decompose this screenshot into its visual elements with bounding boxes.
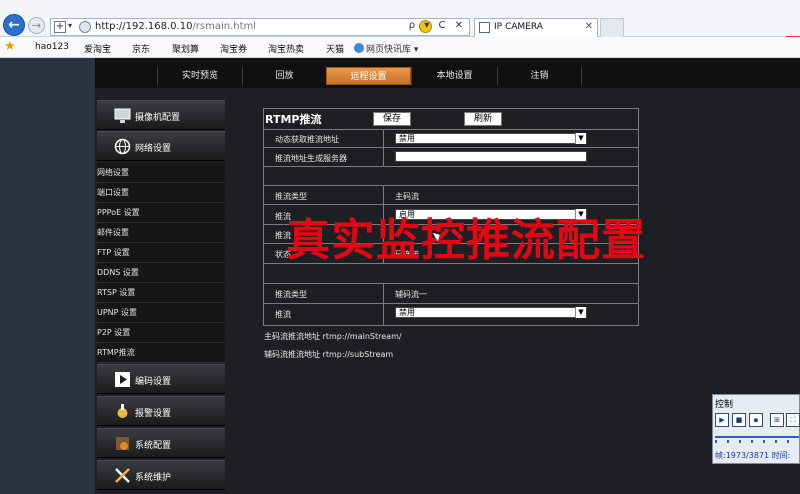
split-screen-icon[interactable]: ⊞	[770, 413, 784, 427]
sidebar-system-maintenance[interactable]: 系统维护	[97, 460, 225, 490]
favorite-hao123[interactable]: hao123	[35, 42, 69, 52]
system-icon	[116, 437, 129, 450]
chevron-down-icon: ▼	[575, 307, 586, 318]
favorite-taobaoquan[interactable]: 淘宝券	[220, 42, 247, 55]
sub-push-select[interactable]: 禁用 ▼	[395, 307, 587, 318]
forward-button[interactable]: →	[28, 17, 45, 34]
progress-track[interactable]	[715, 436, 799, 438]
tab-live-preview[interactable]: 实时预览	[157, 67, 242, 85]
chevron-down-icon[interactable]: ▾	[68, 21, 72, 30]
tab-title: IP CAMERA	[494, 22, 543, 32]
sidebar-item-upnp[interactable]: UPNP 设置	[97, 303, 225, 323]
film-icon	[115, 372, 130, 387]
favorite-aitaobao[interactable]: 爱淘宝	[84, 42, 111, 55]
new-tab-button[interactable]	[600, 18, 624, 37]
favorite-juhuasuan[interactable]: 聚划算	[172, 42, 199, 55]
globe-icon	[114, 138, 131, 155]
sidebar-network-settings[interactable]: 网络设置	[97, 131, 225, 161]
url-text[interactable]: http://192.168.0.10/rsmain.html	[95, 21, 256, 32]
globe-icon	[79, 21, 91, 33]
divider	[264, 204, 638, 205]
sub-push-label: 推流	[275, 310, 291, 319]
back-button[interactable]: ←	[3, 14, 25, 36]
overlay-caption: 真实监控推流配置	[286, 215, 646, 266]
tab-remote-settings[interactable]: 远程设置	[326, 67, 411, 85]
favorites-bar: ★ hao123 爱淘宝 京东 聚划算 淘宝券 淘宝热卖 天猫 网页快讯库 ▾	[0, 37, 800, 58]
playback-control-panel: 控制 ▶ ■ ▪ ⊞ ⛶ 帧:1973/3871 时间:	[712, 394, 800, 464]
sub-stream-type-value: 辅码流一	[395, 290, 427, 299]
sidebar-item-pppoe[interactable]: PPPoE 设置	[97, 203, 225, 223]
sidebar-system-config[interactable]: 系统配置	[97, 428, 225, 458]
star-icon[interactable]: ★	[4, 40, 16, 54]
sidebar-item-rtsp[interactable]: RTSP 设置	[97, 283, 225, 303]
main-stream-type-label: 推流类型	[275, 192, 307, 201]
dynamic-url-label: 动态获取推流地址	[275, 135, 339, 144]
ie-icon	[354, 43, 364, 53]
divider	[264, 166, 638, 167]
url-actions[interactable]: ρ ▾ C ✕	[409, 20, 466, 31]
page-icon	[479, 22, 490, 33]
sidebar-item-p2p[interactable]: P2P 设置	[97, 323, 225, 343]
save-button[interactable]: 保存	[373, 112, 411, 126]
tab-local-settings[interactable]: 本地设置	[411, 67, 497, 85]
favorite-tmall[interactable]: 天猫	[326, 42, 344, 55]
favorite-taobaohot[interactable]: 淘宝热卖	[268, 42, 304, 55]
divider	[264, 283, 638, 284]
sidebar-item-email[interactable]: 邮件设置	[97, 223, 225, 243]
sidebar-encoding-settings[interactable]: 编码设置	[97, 364, 225, 394]
monitor-icon	[114, 108, 131, 123]
web-slice-gallery[interactable]: 网页快讯库 ▾	[354, 42, 418, 55]
sidebar-item-ftp[interactable]: FTP 设置	[97, 243, 225, 263]
divider	[383, 283, 384, 325]
divider	[264, 185, 638, 186]
progress-ticks	[715, 440, 799, 443]
control-title: 控制	[715, 400, 734, 410]
plus-icon[interactable]: +	[54, 21, 66, 33]
favorite-jd[interactable]: 京东	[132, 42, 150, 55]
dynamic-url-select[interactable]: 禁用 ▼	[395, 133, 587, 144]
frame-counter: 帧:1973/3871 时间:	[715, 451, 791, 460]
sidebar-item-rtmp[interactable]: RTMP推流	[97, 343, 225, 363]
sidebar-item-ddns[interactable]: DDNS 设置	[97, 263, 225, 283]
left-margin	[0, 58, 95, 494]
pause-icon[interactable]: ▪	[749, 413, 763, 427]
browser-tab[interactable]: IP CAMERA ✕	[474, 18, 598, 37]
server-label: 推流地址生成服务器	[275, 154, 347, 163]
sub-stream-type-label: 推流类型	[275, 290, 307, 299]
divider	[264, 147, 638, 148]
divider	[383, 129, 384, 166]
browser-address-bar: ← → + ▾ http://192.168.0.10/rsmain.html …	[0, 0, 800, 37]
sidebar-item-network[interactable]: 网络设置	[97, 163, 225, 183]
url-field[interactable]: + ▾ http://192.168.0.10/rsmain.html ρ ▾ …	[50, 18, 470, 36]
sidebar-camera-config[interactable]: 摄像机配置	[97, 100, 225, 130]
stop-icon[interactable]: ■	[732, 413, 746, 427]
main-stream-type-value: 主码流	[395, 192, 419, 201]
main-stream-url: 主码流推流地址 rtmp://mainStream/	[264, 332, 402, 341]
refresh-button[interactable]: 刷新	[464, 112, 502, 126]
tab-logout[interactable]: 注销	[497, 67, 582, 85]
play-icon[interactable]: ▶	[715, 413, 729, 427]
tab-playback[interactable]: 回放	[242, 67, 326, 85]
server-input[interactable]	[395, 151, 587, 162]
divider	[264, 303, 638, 304]
chevron-down-icon: ▼	[575, 133, 586, 144]
tools-icon	[115, 468, 130, 483]
page-title: RTMP推流	[265, 113, 322, 126]
alarm-icon	[117, 404, 128, 418]
sub-stream-url: 辅码流推流地址 rtmp://subStream	[264, 350, 394, 359]
sidebar-item-port[interactable]: 端口设置	[97, 183, 225, 203]
fullscreen-icon[interactable]: ⛶	[786, 413, 800, 427]
close-icon[interactable]: ✕	[585, 21, 593, 32]
divider	[264, 129, 638, 130]
sidebar-alarm-settings[interactable]: 报警设置	[97, 396, 225, 426]
